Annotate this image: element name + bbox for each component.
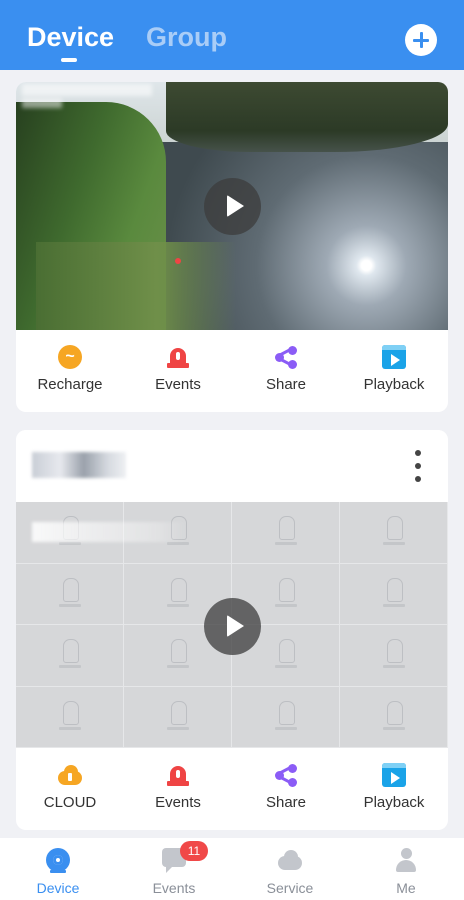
action-label: Share xyxy=(265,794,307,811)
share-icon xyxy=(274,345,298,369)
tabbar-label: Me xyxy=(396,880,416,896)
action-label: Events xyxy=(155,794,201,811)
tabbar-item-service[interactable]: Service xyxy=(232,838,348,900)
device-header: ██████ xyxy=(16,430,448,502)
recharge-icon xyxy=(58,345,82,369)
osd-overlay xyxy=(22,98,62,108)
share-icon xyxy=(274,763,298,787)
events-button[interactable]: Events xyxy=(124,748,232,830)
tabbar-label: Service xyxy=(266,880,314,896)
playback-button[interactable]: Playback xyxy=(340,330,448,412)
action-label: Events xyxy=(155,376,201,393)
action-label: Playback xyxy=(363,376,425,393)
playback-icon xyxy=(382,345,406,369)
top-header: Device Group xyxy=(0,0,464,70)
preview-trees xyxy=(166,82,448,152)
device-card: ██████ ID: ████████ CLOUD Events Share P… xyxy=(16,430,448,830)
action-label: CLOUD xyxy=(43,794,97,811)
more-options-icon[interactable] xyxy=(408,448,428,484)
share-button[interactable]: Share xyxy=(232,748,340,830)
alarm-light-icon xyxy=(166,763,190,787)
device-actions: Recharge Events Share Playback xyxy=(16,330,448,412)
camera-icon xyxy=(46,848,70,873)
tabbar-label: Events xyxy=(152,880,196,896)
playback-icon xyxy=(382,763,406,787)
action-label: Playback xyxy=(363,794,425,811)
device-actions: CLOUD Events Share Playback xyxy=(16,748,448,830)
events-count-badge: 11 xyxy=(180,841,208,861)
timestamp-overlay xyxy=(22,84,152,96)
playback-button[interactable]: Playback xyxy=(340,748,448,830)
preview-grass xyxy=(36,242,236,330)
recharge-button[interactable]: Recharge xyxy=(16,330,124,412)
tabbar-item-me[interactable]: Me xyxy=(348,838,464,900)
device-id: ID: ████████ xyxy=(32,522,187,542)
action-label: Share xyxy=(265,376,307,393)
camera-preview[interactable]: ID: ████████ xyxy=(16,502,448,748)
add-device-icon[interactable] xyxy=(405,24,437,56)
events-button[interactable]: Events xyxy=(124,330,232,412)
action-label: Recharge xyxy=(37,376,103,393)
tab-device[interactable]: Device xyxy=(27,20,114,54)
device-card: Recharge Events Share Playback xyxy=(16,82,448,412)
share-button[interactable]: Share xyxy=(232,330,340,412)
device-name[interactable]: ██████ xyxy=(32,452,126,478)
cloud-icon xyxy=(278,848,302,872)
user-icon xyxy=(394,848,418,872)
events-notification-dot xyxy=(175,258,181,264)
tabbar-item-device[interactable]: Device xyxy=(0,838,116,900)
cloud-upload-icon xyxy=(58,763,82,787)
bottom-tab-bar: Device 11 Events Service Me xyxy=(0,838,464,900)
alarm-light-icon xyxy=(166,345,190,369)
play-button[interactable] xyxy=(204,598,261,655)
play-button[interactable] xyxy=(204,178,261,235)
tabbar-item-events[interactable]: 11 Events xyxy=(116,838,232,900)
tab-active-indicator xyxy=(61,58,77,62)
tab-group[interactable]: Group xyxy=(146,20,227,54)
camera-preview[interactable] xyxy=(16,82,448,330)
cloud-button[interactable]: CLOUD xyxy=(16,748,124,830)
tabbar-label: Device xyxy=(36,880,80,896)
